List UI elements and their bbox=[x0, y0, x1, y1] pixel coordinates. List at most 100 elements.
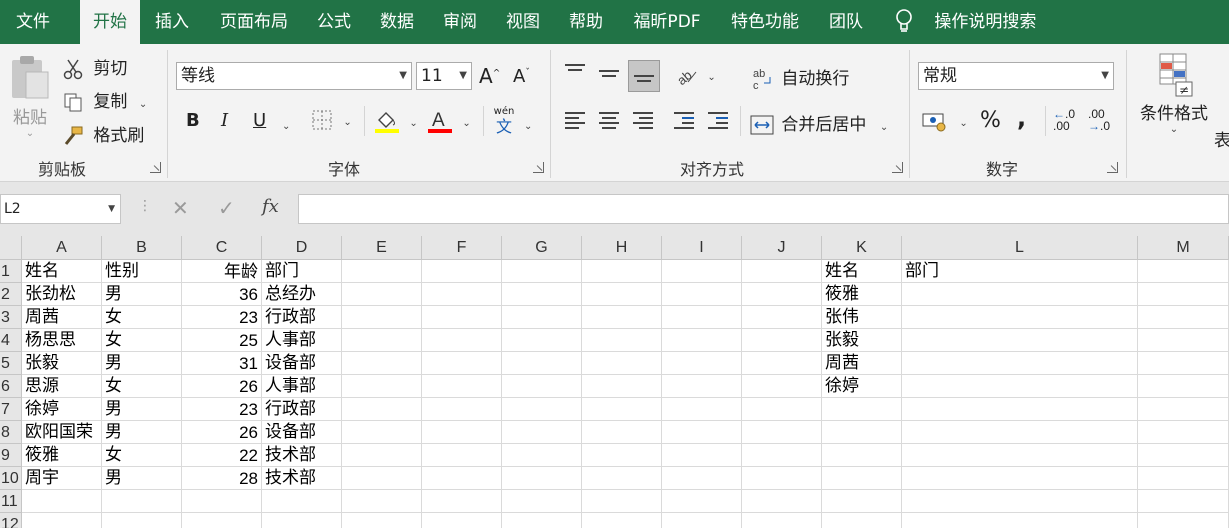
cell-g6[interactable] bbox=[502, 375, 582, 398]
cell-d1[interactable]: 部门 bbox=[262, 260, 342, 283]
cell-c4[interactable]: 25 bbox=[182, 329, 262, 352]
cell-m7[interactable] bbox=[1138, 398, 1229, 421]
cell-e12[interactable] bbox=[342, 513, 422, 528]
cell-m5[interactable] bbox=[1138, 352, 1229, 375]
cell-i6[interactable] bbox=[662, 375, 742, 398]
column-header-k[interactable]: K bbox=[822, 236, 902, 260]
percent-style-button[interactable]: % bbox=[980, 108, 1001, 133]
cell-c3[interactable]: 23 bbox=[182, 306, 262, 329]
cell-m10[interactable] bbox=[1138, 467, 1229, 490]
cut-button[interactable]: 剪切 bbox=[62, 54, 127, 80]
cell-k5[interactable]: 周茜 bbox=[822, 352, 902, 375]
cell-d10[interactable]: 技术部 bbox=[262, 467, 342, 490]
cell-e10[interactable] bbox=[342, 467, 422, 490]
cell-f10[interactable] bbox=[422, 467, 502, 490]
cell-m6[interactable] bbox=[1138, 375, 1229, 398]
cell-i5[interactable] bbox=[662, 352, 742, 375]
cell-i4[interactable] bbox=[662, 329, 742, 352]
cell-g7[interactable] bbox=[502, 398, 582, 421]
cell-c7[interactable]: 23 bbox=[182, 398, 262, 421]
cell-b6[interactable]: 女 bbox=[102, 375, 182, 398]
copy-dropdown-icon[interactable]: ⌄ bbox=[139, 99, 147, 110]
cell-i7[interactable] bbox=[662, 398, 742, 421]
cell-a11[interactable] bbox=[22, 490, 102, 513]
tab-file[interactable]: 文件 bbox=[0, 0, 66, 44]
cell-k3[interactable]: 张伟 bbox=[822, 306, 902, 329]
cell-b4[interactable]: 女 bbox=[102, 329, 182, 352]
phonetic-guide-button[interactable]: wén 文 bbox=[492, 106, 516, 136]
merge-center-button[interactable]: 合并后居中 ⌄ bbox=[750, 110, 888, 135]
tab-review[interactable]: 审阅 bbox=[431, 0, 489, 44]
increase-decimal-button[interactable]: ←.0.00 bbox=[1053, 108, 1075, 132]
cell-j4[interactable] bbox=[742, 329, 822, 352]
cell-d7[interactable]: 行政部 bbox=[262, 398, 342, 421]
cell-h8[interactable] bbox=[582, 421, 662, 444]
decrease-indent-icon[interactable] bbox=[674, 112, 696, 130]
cell-h10[interactable] bbox=[582, 467, 662, 490]
tab-insert[interactable]: 插入 bbox=[142, 0, 202, 44]
row-header-5[interactable]: 5 bbox=[0, 352, 22, 375]
underline-dropdown-icon[interactable]: ⌄ bbox=[282, 114, 290, 134]
cell-l11[interactable] bbox=[902, 490, 1138, 513]
cell-h4[interactable] bbox=[582, 329, 662, 352]
cell-m11[interactable] bbox=[1138, 490, 1229, 513]
cell-i12[interactable] bbox=[662, 513, 742, 528]
cell-l2[interactable] bbox=[902, 283, 1138, 306]
row-header-2[interactable]: 2 bbox=[0, 283, 22, 306]
cell-k6[interactable]: 徐婷 bbox=[822, 375, 902, 398]
increase-font-size-button[interactable]: A^ bbox=[479, 64, 500, 88]
cell-j3[interactable] bbox=[742, 306, 822, 329]
alignment-launcher-icon[interactable] bbox=[892, 162, 903, 173]
cell-k10[interactable] bbox=[822, 467, 902, 490]
column-header-f[interactable]: F bbox=[422, 236, 502, 260]
cell-e4[interactable] bbox=[342, 329, 422, 352]
column-header-j[interactable]: J bbox=[742, 236, 822, 260]
cell-e8[interactable] bbox=[342, 421, 422, 444]
cell-k9[interactable] bbox=[822, 444, 902, 467]
tab-home[interactable]: 开始 bbox=[80, 0, 140, 44]
font-name-select[interactable]: 等线 ▼ bbox=[176, 62, 412, 90]
cell-e6[interactable] bbox=[342, 375, 422, 398]
cell-c11[interactable] bbox=[182, 490, 262, 513]
cell-i2[interactable] bbox=[662, 283, 742, 306]
cell-j8[interactable] bbox=[742, 421, 822, 444]
select-all-corner[interactable] bbox=[0, 236, 22, 260]
cell-a6[interactable]: 思源 bbox=[22, 375, 102, 398]
cell-k7[interactable] bbox=[822, 398, 902, 421]
wrap-text-button[interactable]: ab c 自动换行 bbox=[752, 64, 849, 91]
cell-f3[interactable] bbox=[422, 306, 502, 329]
cell-g2[interactable] bbox=[502, 283, 582, 306]
cell-c6[interactable]: 26 bbox=[182, 375, 262, 398]
cell-j10[interactable] bbox=[742, 467, 822, 490]
decrease-font-size-button[interactable]: Aˇ bbox=[513, 66, 530, 87]
cell-f7[interactable] bbox=[422, 398, 502, 421]
cell-m9[interactable] bbox=[1138, 444, 1229, 467]
name-box[interactable]: L2 ▼ bbox=[0, 194, 121, 224]
cell-g10[interactable] bbox=[502, 467, 582, 490]
cell-d6[interactable]: 人事部 bbox=[262, 375, 342, 398]
tell-me-search[interactable]: 操作说明搜索 bbox=[893, 0, 1053, 44]
cell-a1[interactable]: 姓名 bbox=[22, 260, 102, 283]
font-color-button[interactable]: A ⌄ bbox=[427, 108, 471, 134]
middle-align-icon[interactable] bbox=[599, 70, 621, 88]
cell-c5[interactable]: 31 bbox=[182, 352, 262, 375]
column-header-a[interactable]: A bbox=[22, 236, 102, 260]
cell-a2[interactable]: 张劲松 bbox=[22, 283, 102, 306]
column-header-m[interactable]: M bbox=[1138, 236, 1229, 260]
cell-l5[interactable] bbox=[902, 352, 1138, 375]
formula-bar-grip-icon[interactable]: ⋮ bbox=[138, 198, 152, 214]
row-header-1[interactable]: 1 bbox=[0, 260, 22, 283]
cell-l12[interactable] bbox=[902, 513, 1138, 528]
cell-d2[interactable]: 总经办 bbox=[262, 283, 342, 306]
cell-c12[interactable] bbox=[182, 513, 262, 528]
column-header-h[interactable]: H bbox=[582, 236, 662, 260]
cell-a8[interactable]: 欧阳国荣 bbox=[22, 421, 102, 444]
cell-j6[interactable] bbox=[742, 375, 822, 398]
cell-a12[interactable] bbox=[22, 513, 102, 528]
cell-j11[interactable] bbox=[742, 490, 822, 513]
copy-button[interactable]: 复制 ⌄ bbox=[62, 87, 147, 113]
cell-d4[interactable]: 人事部 bbox=[262, 329, 342, 352]
cell-k11[interactable] bbox=[822, 490, 902, 513]
cell-g1[interactable] bbox=[502, 260, 582, 283]
align-left-icon[interactable] bbox=[565, 112, 587, 130]
